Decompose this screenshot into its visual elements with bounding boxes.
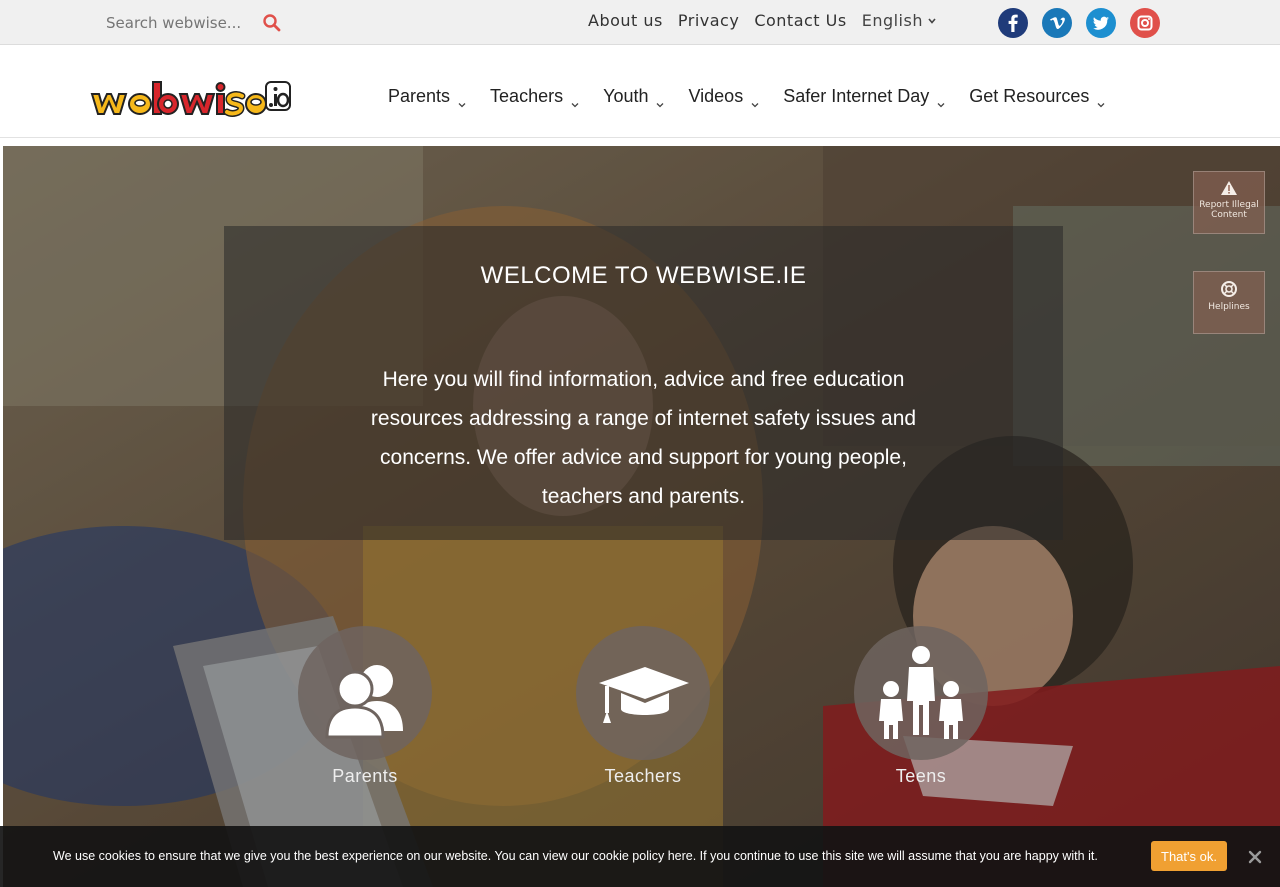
facebook-icon[interactable] [998,8,1028,38]
chevron-down-icon [1097,93,1105,107]
social-links [998,8,1160,38]
nav-label: Get Resources [969,86,1090,106]
nav-videos[interactable]: Videos [688,86,759,107]
graduation-cap-icon [576,626,710,760]
helplines-label: Helplines [1208,302,1250,312]
top-links: About us Privacy Contact Us English [588,11,937,30]
twitter-icon[interactable] [1086,8,1116,38]
cookie-banner: We use cookies to ensure that we give yo… [0,826,1280,887]
warning-icon [1194,180,1264,196]
search-box [106,10,282,36]
privacy-link[interactable]: Privacy [678,11,739,30]
audience-label: Parents [332,766,398,786]
chevron-down-icon [656,93,664,107]
teens-icon [854,626,988,760]
parents-icon [298,626,432,760]
audience-teachers[interactable]: Teachers [576,626,710,787]
nav-label: Teachers [490,86,564,106]
helplines-button[interactable]: Helplines [1193,271,1265,334]
contact-us-link[interactable]: Contact Us [754,11,846,30]
vimeo-icon[interactable] [1042,8,1072,38]
main-nav: Parents Teachers Youth Videos Safer Inte… [388,86,1105,107]
main-header: Parents Teachers Youth Videos Safer Inte… [0,46,1280,138]
report-label: Report Illegal Content [1199,200,1259,220]
nav-safer-internet-day[interactable]: Safer Internet Day [783,86,945,107]
audience-teens[interactable]: Teens [854,626,988,787]
nav-label: Youth [603,86,649,106]
chevron-down-icon [571,93,579,107]
lifebuoy-icon [1194,280,1264,298]
language-label: English [861,11,923,30]
nav-label: Safer Internet Day [783,86,930,106]
nav-parents[interactable]: Parents [388,86,466,107]
nav-get-resources[interactable]: Get Resources [969,86,1105,107]
welcome-title: WELCOME TO WEBWISE.IE [480,262,807,289]
cookie-text: We use cookies to ensure that we give yo… [53,849,1098,863]
nav-label: Videos [688,86,744,106]
language-selector[interactable]: English [862,11,937,30]
nav-label: Parents [388,86,451,106]
audience-label: Teens [895,766,947,786]
search-icon[interactable] [262,13,282,33]
chevron-down-icon [458,93,466,107]
top-utility-bar: About us Privacy Contact Us English [0,0,1280,45]
welcome-body: Here you will find information, advice a… [370,368,917,508]
chevron-down-icon [927,11,937,30]
hero-section: WELCOME TO WEBWISE.IE Here you will find… [3,146,1280,887]
about-us-link[interactable]: About us [588,11,663,30]
chevron-down-icon [937,93,945,107]
search-input[interactable] [106,14,256,32]
close-icon[interactable] [1246,848,1264,866]
nav-teachers[interactable]: Teachers [490,86,579,107]
welcome-panel: WELCOME TO WEBWISE.IE Here you will find… [224,226,1063,540]
instagram-icon[interactable] [1130,8,1160,38]
report-illegal-content-button[interactable]: Report Illegal Content [1193,171,1265,234]
audience-label: Teachers [604,766,682,786]
nav-youth[interactable]: Youth [603,86,664,107]
audience-parents[interactable]: Parents [298,626,432,787]
chevron-down-icon [751,93,759,107]
webwise-logo[interactable] [90,74,292,120]
cookie-accept-button[interactable]: That's ok. [1151,841,1227,871]
